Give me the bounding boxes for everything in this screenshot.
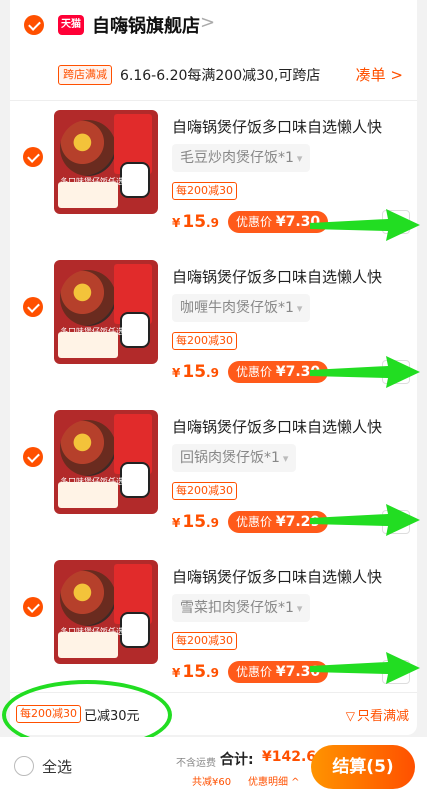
sku-label: 回锅肉煲仔饭*1 <box>180 450 280 466</box>
store-header[interactable]: 天猫 自嗨锅旗舰店 > <box>10 0 417 50</box>
annotation-arrow-icon <box>310 209 420 241</box>
item-checkbox[interactable] <box>23 597 43 617</box>
mascot-icon <box>120 612 150 648</box>
price-decimal: .9 <box>206 666 219 680</box>
chevron-down-icon: ▾ <box>296 602 303 615</box>
discount-detail-link[interactable]: 优惠明细 ^ <box>248 773 300 788</box>
rice-pot-image <box>60 570 116 626</box>
price-decimal: .9 <box>206 366 219 380</box>
divider <box>10 100 417 101</box>
chevron-down-icon: ▾ <box>296 302 303 315</box>
checkout-button[interactable]: 结算(5) <box>311 745 415 789</box>
discount-tag: 每200减30 <box>172 632 237 650</box>
total-value: ¥142.6 <box>262 749 317 765</box>
tmall-icon: 天猫 <box>58 15 84 35</box>
cross-store-promo: 跨店满减 6.16-6.20每满200减30,可跨店 凑单 > <box>10 58 417 92</box>
product-title[interactable]: 自嗨锅煲仔饭多口味自选懒人快 <box>172 566 402 587</box>
discount-filter[interactable]: ▽ 只看满减 <box>346 705 409 724</box>
deal-label: 优惠价 <box>236 365 273 379</box>
sku-label: 毛豆炒肉煲仔饭*1 <box>180 150 294 166</box>
deal-label: 优惠价 <box>236 665 273 679</box>
discount-tag: 每200减30 <box>172 182 237 200</box>
discount-tag: 每200减30 <box>172 482 237 500</box>
promo-tag: 跨店满减 <box>58 65 112 85</box>
total-saved: 共减¥60 <box>192 777 232 788</box>
filter-label: 只看满减 <box>356 709 409 724</box>
mascot-icon <box>120 312 150 348</box>
product-title[interactable]: 自嗨锅煲仔饭多口味自选懒人快 <box>172 116 402 137</box>
annotation-arrow-icon <box>310 356 420 388</box>
select-all-label[interactable]: 全选 <box>42 756 72 777</box>
sku-selector[interactable]: 咖喱牛肉煲仔饭*1 ▾ <box>172 294 311 322</box>
flavor-strip <box>58 632 118 658</box>
select-all-checkbox[interactable] <box>14 756 34 776</box>
mascot-icon <box>120 462 150 498</box>
flavor-strip <box>58 332 118 358</box>
rice-pot-image <box>60 420 116 476</box>
rice-pot-image <box>60 120 116 176</box>
flavor-strip <box>58 482 118 508</box>
store-checkbox[interactable] <box>24 15 44 35</box>
sku-selector[interactable]: 雪菜扣肉煲仔饭*1 ▾ <box>172 594 311 622</box>
funnel-icon: ▽ <box>345 709 355 723</box>
promo-text: 6.16-6.20每满200减30,可跨店 <box>120 68 321 84</box>
price-integer: 15 <box>182 362 207 382</box>
mascot-icon <box>120 162 150 198</box>
chevron-down-icon: ▾ <box>282 452 289 465</box>
product-title[interactable]: 自嗨锅煲仔饭多口味自选懒人快 <box>172 266 402 287</box>
product-thumbnail[interactable]: 多口味煲仔饭任选 <box>54 260 158 364</box>
price: ¥15.9 <box>172 662 219 682</box>
sku-label: 雪菜扣肉煲仔饭*1 <box>180 600 294 616</box>
price: ¥15.9 <box>172 212 219 232</box>
price-integer: 15 <box>182 512 207 532</box>
deal-label: 优惠价 <box>236 515 273 529</box>
price-integer: 15 <box>182 662 207 682</box>
sku-label: 咖喱牛肉煲仔饭*1 <box>180 300 294 316</box>
chevron-right-icon[interactable]: > <box>200 12 215 33</box>
product-title[interactable]: 自嗨锅煲仔饭多口味自选懒人快 <box>172 416 402 437</box>
item-checkbox[interactable] <box>23 147 43 167</box>
flavor-strip <box>58 182 118 208</box>
item-checkbox[interactable] <box>23 447 43 467</box>
sku-selector[interactable]: 回锅肉煲仔饭*1 ▾ <box>172 444 297 472</box>
price-integer: 15 <box>182 212 207 232</box>
sku-selector[interactable]: 毛豆炒肉煲仔饭*1 ▾ <box>172 144 311 172</box>
product-thumbnail[interactable]: 多口味煲仔饭任选 <box>54 560 158 664</box>
item-checkbox[interactable] <box>23 297 43 317</box>
price-decimal: .9 <box>206 516 219 530</box>
discount-tag: 每200减30 <box>172 332 237 350</box>
store-name[interactable]: 自嗨锅旗舰店 <box>92 12 200 38</box>
add-on-link[interactable]: 凑单 > <box>356 64 403 85</box>
price: ¥15.9 <box>172 362 219 382</box>
annotation-arrow-icon <box>310 652 420 684</box>
checkout-bar: 全选 不含运费 合计: ¥142.6 共减¥60 优惠明细 ^ 结算(5) <box>0 737 427 800</box>
chevron-down-icon: ▾ <box>296 152 303 165</box>
shipping-note: 不含运费 <box>176 758 216 769</box>
deal-label: 优惠价 <box>236 215 273 229</box>
total-label: 合计: <box>220 752 254 768</box>
rice-pot-image <box>60 270 116 326</box>
product-thumbnail[interactable]: 多口味煲仔饭任选 <box>54 110 158 214</box>
annotation-arrow-icon <box>310 504 420 536</box>
price: ¥15.9 <box>172 512 219 532</box>
product-thumbnail[interactable]: 多口味煲仔饭任选 <box>54 410 158 514</box>
price-decimal: .9 <box>206 216 219 230</box>
